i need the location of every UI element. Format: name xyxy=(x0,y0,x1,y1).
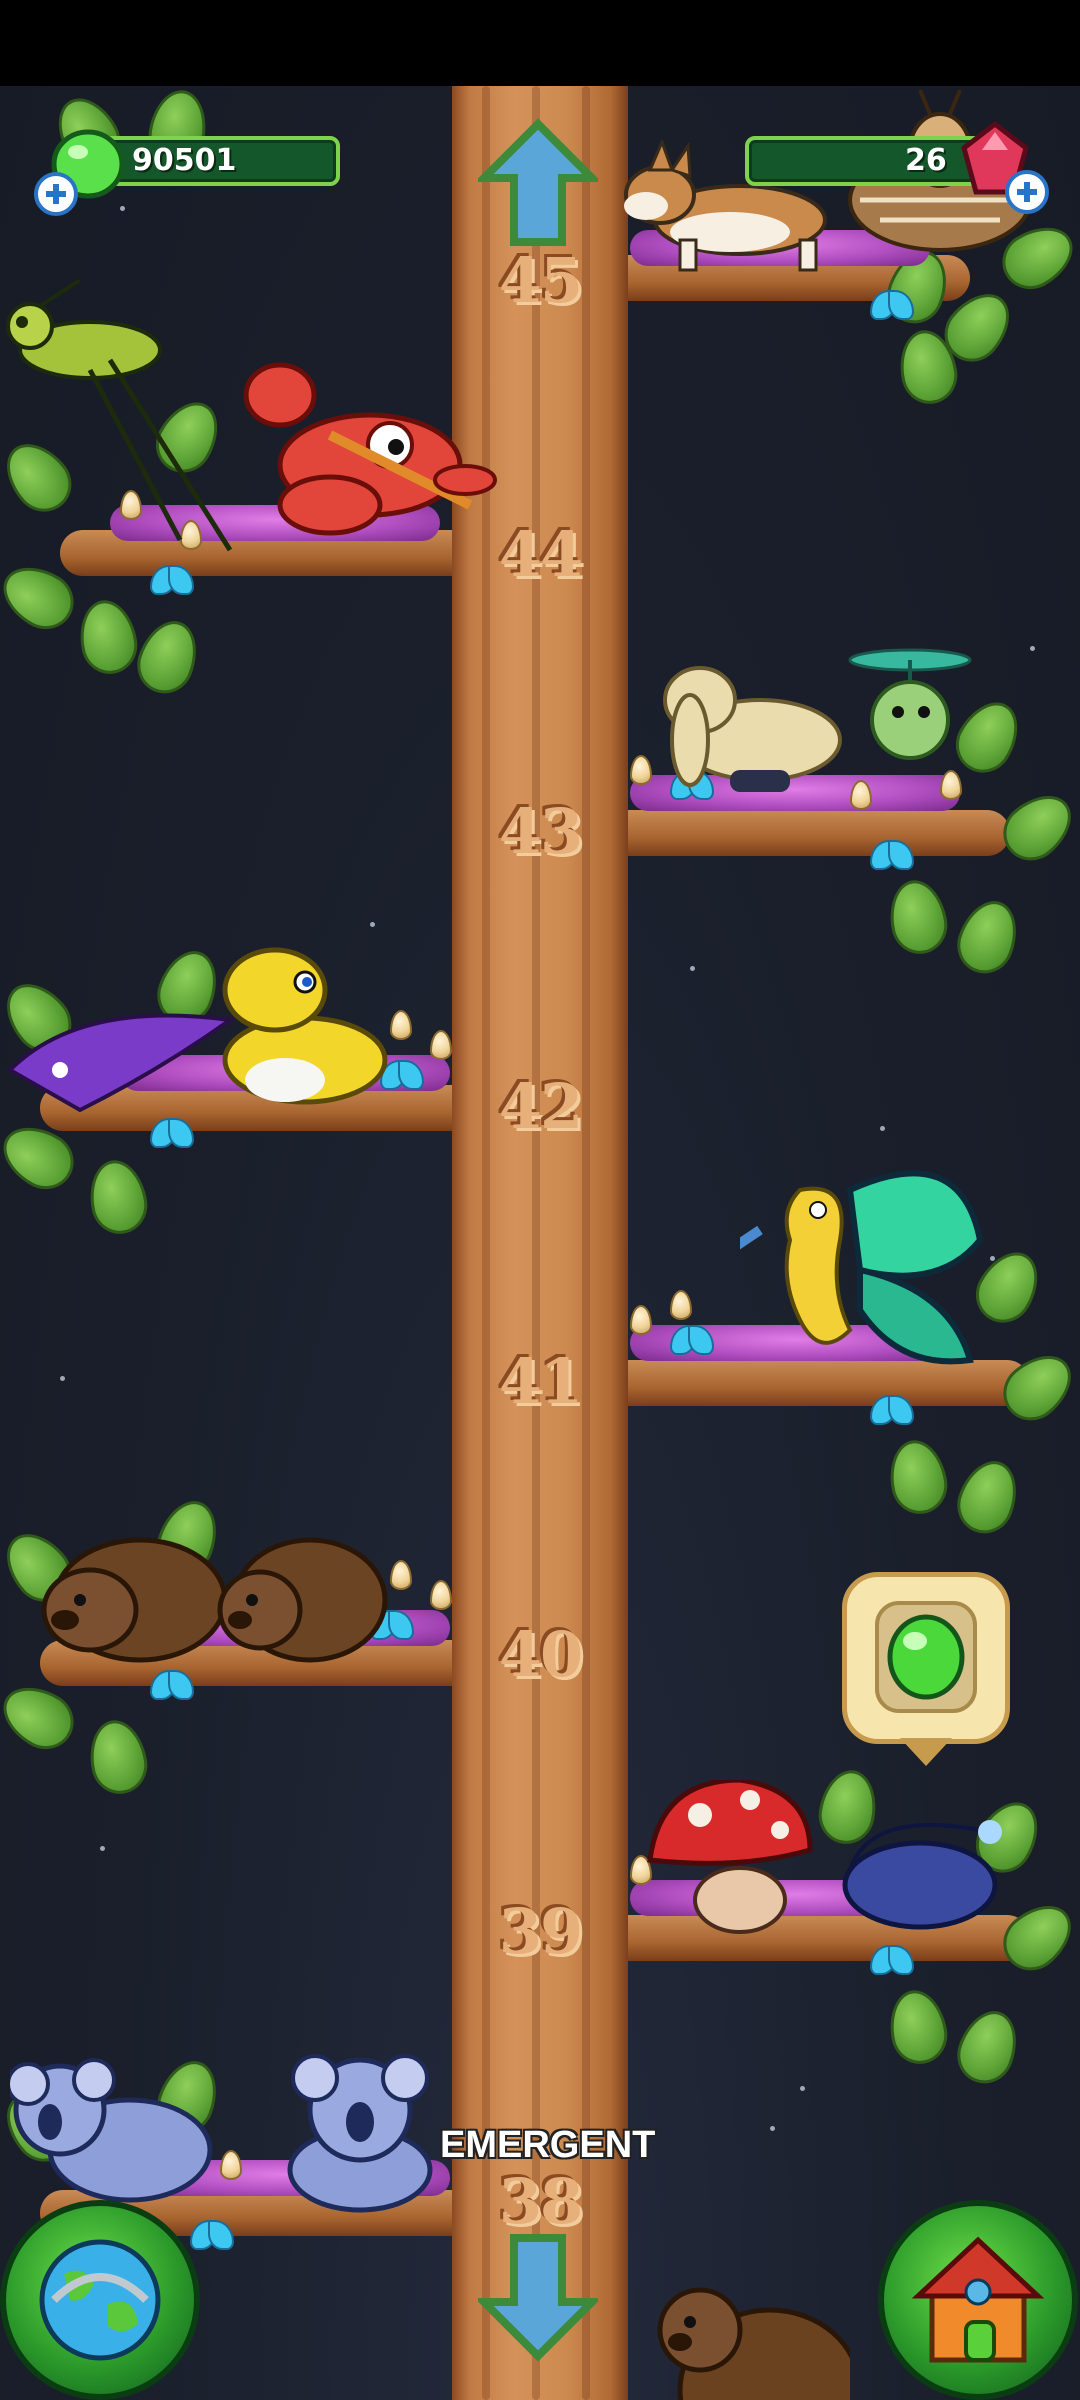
branch-43 xyxy=(590,810,1010,856)
level-number-38: 38 xyxy=(498,2165,583,2238)
rabbit[interactable] xyxy=(650,660,850,810)
level-number-40: 40 xyxy=(498,1618,583,1691)
globe-icon xyxy=(39,2239,161,2361)
level-number-43: 43 xyxy=(498,795,583,868)
slime-bubble-icon xyxy=(875,1601,977,1713)
koala[interactable] xyxy=(10,2050,220,2220)
currency-value: 90501 xyxy=(132,143,237,178)
gem-bar xyxy=(745,136,985,186)
yellow-snake[interactable] xyxy=(205,940,405,1110)
wombat[interactable] xyxy=(210,1510,390,1670)
wombat[interactable] xyxy=(30,1510,230,1670)
butterfly[interactable] xyxy=(820,1150,1000,1380)
add-currency-button[interactable] xyxy=(34,172,78,216)
mushroom-creature[interactable] xyxy=(640,1780,820,1940)
koala[interactable] xyxy=(260,2040,440,2220)
level-number-41: 41 xyxy=(498,1345,583,1418)
up-arrow-icon[interactable] xyxy=(478,118,598,248)
slime-bubble-tail xyxy=(900,1738,952,1766)
level-number-45: 45 xyxy=(498,244,583,317)
bear[interactable] xyxy=(650,2270,850,2400)
home-button[interactable] xyxy=(878,2200,1078,2400)
house-icon xyxy=(911,2236,1045,2363)
helicopter-seed[interactable] xyxy=(840,640,980,770)
down-arrow-icon[interactable] xyxy=(478,2232,598,2362)
level-number-39: 39 xyxy=(498,1895,583,1968)
gem-value: 26 xyxy=(905,143,947,178)
map-button[interactable] xyxy=(0,2200,200,2400)
grasshopper[interactable] xyxy=(0,280,250,560)
lobster[interactable] xyxy=(220,355,500,555)
zone-label: EMERGENT xyxy=(440,2124,656,2166)
status-bar xyxy=(0,0,1080,86)
level-number-42: 42 xyxy=(498,1070,583,1143)
slime-bubble xyxy=(842,1572,1010,1744)
anglerfish[interactable] xyxy=(830,1810,1020,1940)
add-gem-button[interactable] xyxy=(1005,170,1049,214)
